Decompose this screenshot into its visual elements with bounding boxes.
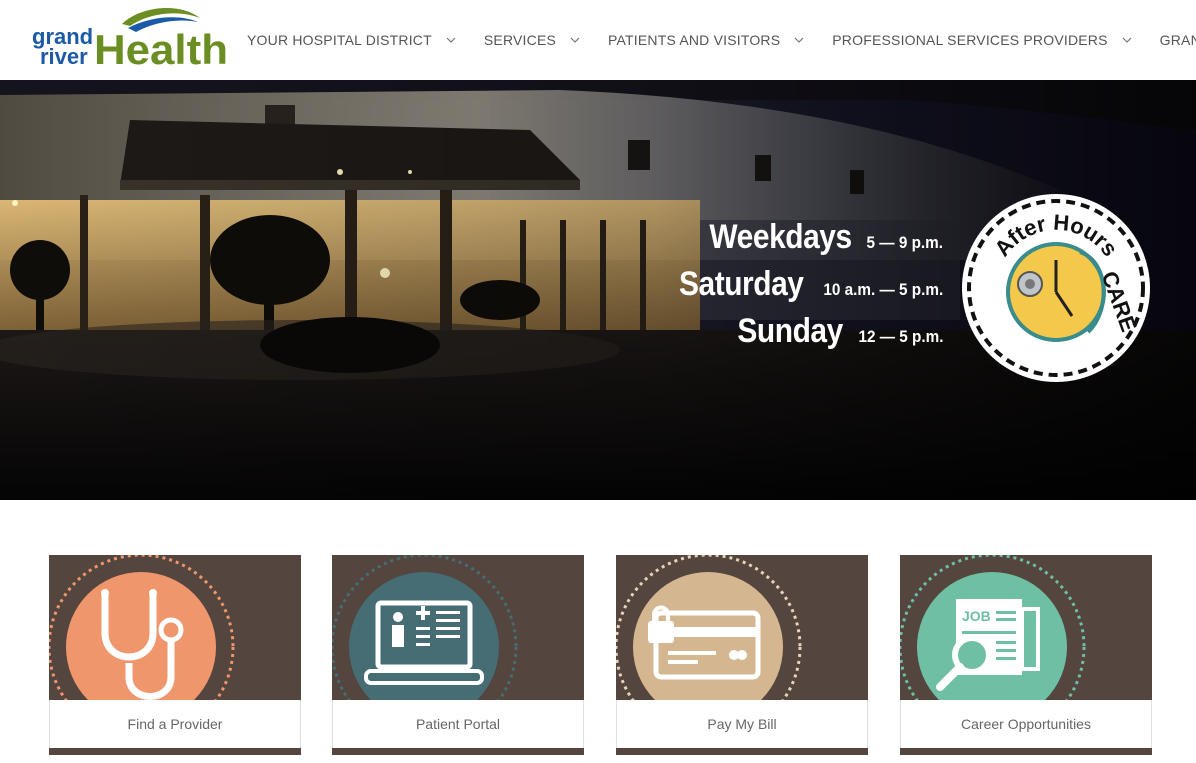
svg-text:JOB: JOB (962, 608, 991, 624)
hours-time: 12 — 5 p.m. (857, 327, 943, 346)
nav-item-your-hospital-district[interactable]: YOUR HOSPITAL DISTRICT (247, 32, 456, 48)
card-pay-my-bill[interactable]: Pay My Bill (616, 555, 868, 755)
nav-item-patients-and-visitors[interactable]: PATIENTS AND VISITORS (608, 32, 804, 48)
hours-time: 10 a.m. — 5 p.m. (823, 280, 943, 299)
card-find-a-provider[interactable]: Find a Provider (49, 555, 301, 755)
stethoscope-icon (49, 555, 235, 700)
nav-item-professional-services-providers[interactable]: PROFESSIONAL SERVICES PROVIDERS (832, 32, 1132, 48)
nav-label: GRAND RIVE (1159, 32, 1196, 48)
chevron-down-icon (446, 37, 456, 43)
hours-row-weekdays: Weekdays 5 — 9 p.m. (662, 217, 943, 264)
grand-river-health-logo[interactable]: grand river Health (30, 4, 230, 68)
card-label[interactable]: Pay My Bill (616, 700, 868, 748)
hours-row-saturday: Saturday 10 a.m. — 5 p.m. (662, 264, 943, 311)
main-navigation: YOUR HOSPITAL DISTRICT SERVICES PATIENTS… (247, 0, 1196, 80)
credit-card-lock-icon (616, 555, 802, 700)
hours-day: Sunday (737, 312, 843, 350)
card-label[interactable]: Career Opportunities (900, 700, 1152, 748)
card-career-opportunities[interactable]: JOB Career Opportunities (900, 555, 1152, 755)
hours-day: Weekdays (709, 218, 853, 256)
card-bottom-bar (900, 748, 1152, 755)
chevron-down-icon (1122, 37, 1132, 43)
chevron-down-icon (794, 37, 804, 43)
logo-text-health: Health (94, 26, 228, 68)
nav-item-services[interactable]: SERVICES (484, 32, 580, 48)
hero-banner[interactable]: Weekdays 5 — 9 p.m. Saturday 10 a.m. — 5 p… (0, 80, 1196, 500)
after-hours-schedule: Weekdays 5 — 9 p.m. Saturday 10 a.m. — 5 p… (662, 217, 943, 358)
quick-links: Find a Provider Patient Portal Pay My Bi… (49, 555, 1153, 763)
nav-label: YOUR HOSPITAL DISTRICT (247, 32, 432, 48)
card-label[interactable]: Patient Portal (332, 700, 584, 748)
card-bottom-bar (332, 748, 584, 755)
hours-time: 5 — 9 p.m. (866, 233, 943, 252)
nav-label: PATIENTS AND VISITORS (608, 32, 781, 48)
card-label[interactable]: Find a Provider (49, 700, 301, 748)
nav-label: SERVICES (483, 32, 557, 48)
nav-label: PROFESSIONAL SERVICES PROVIDERS (832, 32, 1108, 48)
job-search-icon: JOB (900, 555, 1086, 700)
laptop-chart-icon (332, 555, 518, 700)
logo-text-river: river (40, 44, 88, 68)
nav-item-grand-river[interactable]: GRAND RIVE (1160, 32, 1196, 48)
hours-day: Saturday (679, 265, 804, 303)
card-bottom-bar (616, 748, 868, 755)
card-patient-portal[interactable]: Patient Portal (332, 555, 584, 755)
chevron-down-icon (570, 37, 580, 43)
site-header: grand river Health YOUR HOSPITAL DISTRIC… (0, 0, 1196, 80)
card-bottom-bar (49, 748, 301, 755)
hours-row-sunday: Sunday 12 — 5 p.m. (662, 311, 943, 358)
after-hours-care-badge: After Hours CARE (962, 194, 1150, 382)
